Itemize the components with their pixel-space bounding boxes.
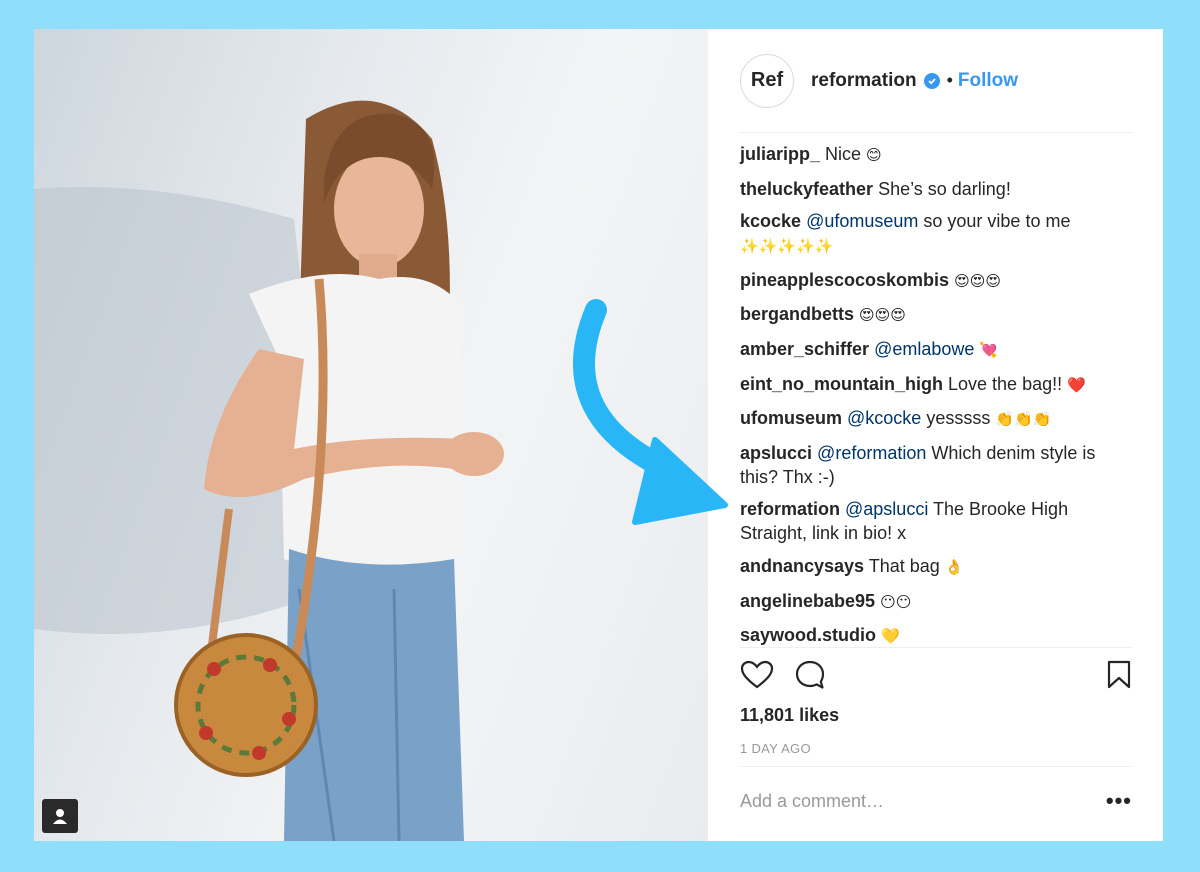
comment-text: so your vibe to me <box>918 211 1071 232</box>
comment-item: saywood.studio 💛 <box>740 623 1132 649</box>
comment-emoji: 👏👏👏 <box>995 411 1052 429</box>
post-timestamp: 1 DAY AGO <box>740 741 1132 767</box>
heart-icon[interactable] <box>740 660 774 695</box>
comment-text: yesssss <box>921 408 996 429</box>
comment-item: theluckyfeather She’s so darling! <box>740 177 1132 201</box>
comment-item: andnancysays That bag 👌 <box>740 554 1132 580</box>
comment-username[interactable]: apslucci <box>740 443 812 463</box>
comment-text: Nice <box>820 144 867 164</box>
arrow-icon <box>573 299 728 525</box>
avatar[interactable]: Ref <box>740 53 794 108</box>
likes-count[interactable]: 11,801 likes <box>740 705 1132 726</box>
comment-item: ufomuseum @kcocke yesssss 👏👏👏 <box>740 406 1132 432</box>
comment-username[interactable]: pineapplescocoskombis <box>740 270 949 290</box>
comment-text: Love the bag!! <box>943 373 1068 394</box>
comment-username[interactable]: amber_schiffer <box>740 339 869 359</box>
comment-mention[interactable]: @kcocke <box>842 408 921 428</box>
comment-emoji: 👌 <box>944 558 964 576</box>
comment-text: That bag <box>864 555 945 576</box>
add-comment-row: ••• <box>740 767 1132 835</box>
comment-username[interactable]: saywood.studio <box>740 625 876 645</box>
comment-list: juliaripp_ Nice 😊 theluckyfeather She’s s… <box>740 133 1132 648</box>
separator-dot: • <box>946 70 953 90</box>
more-options-button[interactable]: ••• <box>1106 790 1132 812</box>
bookmark-icon[interactable] <box>1106 660 1132 695</box>
comment-text: She’s so darling! <box>873 178 1011 199</box>
comment-item: eint_no_mountain_high Love the bag!! ❤️ <box>740 372 1132 398</box>
action-bar <box>740 648 1132 706</box>
follow-button[interactable]: Follow <box>958 70 1018 92</box>
comment-username[interactable]: theluckyfeather <box>740 179 873 199</box>
comment-username[interactable]: reformation <box>740 499 840 519</box>
comment-emoji: 💘 <box>979 341 999 359</box>
comment-emoji: 😍😍😍 <box>954 272 1002 290</box>
comment-username[interactable]: juliaripp_ <box>740 144 820 164</box>
comment-mention[interactable]: @apslucci <box>840 499 928 519</box>
comment-username[interactable]: kcocke <box>740 211 801 231</box>
comment-username[interactable]: eint_no_mountain_high <box>740 374 943 394</box>
comment-username[interactable]: bergandbetts <box>740 304 854 324</box>
comment-item: amber_schiffer @emlabowe 💘 <box>740 337 1132 363</box>
comments-panel: Ref reformation • Follow juliaripp_ Nice… <box>708 29 1163 841</box>
comment-item: juliaripp_ Nice 😊 <box>740 142 1132 168</box>
post-header: Ref reformation • Follow <box>740 29 1132 133</box>
comment-emoji: 😶😶 <box>880 593 912 611</box>
comment-item: reformation @apslucci The Brooke High St… <box>740 497 1132 545</box>
comment-item: pineapplescocoskombis 😍😍😍 <box>740 268 1132 294</box>
comment-username[interactable]: angelinebabe95 <box>740 591 875 611</box>
comment-emoji: ✨✨✨✨✨ <box>740 238 834 256</box>
comment-emoji: ❤️ <box>1067 376 1086 394</box>
comment-username[interactable]: andnancysays <box>740 556 864 576</box>
username[interactable]: reformation <box>811 70 917 92</box>
comment-mention[interactable]: @ufomuseum <box>801 211 918 231</box>
comment-emoji: 💛 <box>881 628 900 646</box>
comment-input[interactable] <box>740 790 1060 812</box>
comment-item: angelinebabe95 😶😶 <box>740 589 1132 615</box>
comment-item: apslucci @reformation Which denim style … <box>740 441 1132 489</box>
comment-mention[interactable]: @reformation <box>812 443 926 463</box>
comment-item: bergandbetts 😍😍😍 <box>740 302 1132 328</box>
verified-badge-icon <box>923 72 940 89</box>
comment-username[interactable]: ufomuseum <box>740 408 842 428</box>
comment-emoji: 😊 <box>866 147 882 164</box>
comment-mention[interactable]: @emlabowe <box>869 339 974 359</box>
comment-bubble-icon[interactable] <box>794 659 826 696</box>
comment-item: kcocke @ufomuseum so your vibe to me ✨✨✨… <box>740 209 1132 259</box>
comment-emoji: 😍😍😍 <box>859 307 906 325</box>
user-tag-icon[interactable] <box>42 799 78 833</box>
